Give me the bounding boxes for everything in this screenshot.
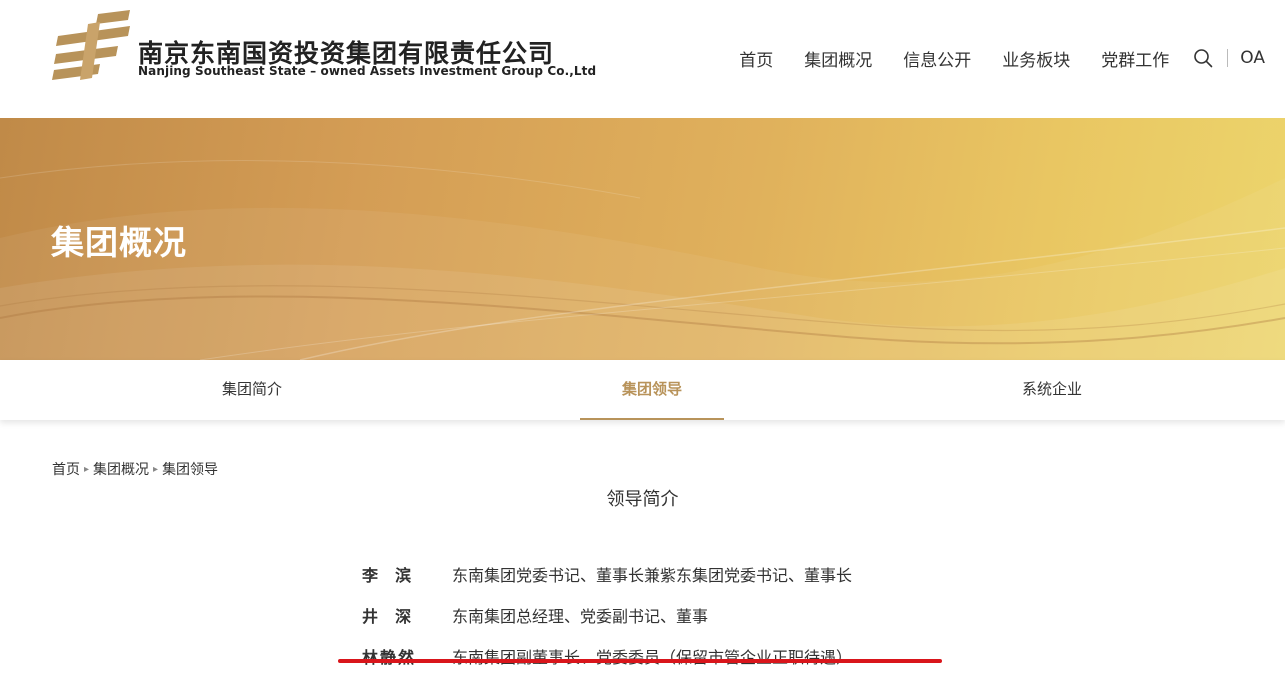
nav-item-info-disclosure[interactable]: 信息公开 (903, 46, 971, 71)
leader-title: 东南集团副董事长、党委委员（保留市管企业正职待遇） (452, 647, 853, 667)
tab-group-leaders[interactable]: 集团领导 (580, 360, 724, 420)
logo-icon[interactable] (52, 8, 132, 80)
nav-item-group-overview[interactable]: 集团概况 (804, 46, 872, 71)
leader-row: 李 滨 东南集团党委书记、董事长兼紫东集团党委书记、董事长 (362, 553, 852, 594)
leader-name: 井 深 (362, 606, 414, 626)
breadcrumb-group-overview[interactable]: 集团概况 (93, 459, 149, 479)
tab-system-enterprises[interactable]: 系统企业 (972, 360, 1132, 420)
leader-title: 东南集团总经理、党委副书记、董事 (452, 606, 709, 626)
nav-item-oa[interactable]: OA (1240, 48, 1265, 68)
brand-name-en: Nanjing Southeast State – owned Assets I… (138, 64, 597, 78)
main-nav: 首页 集团概况 信息公开 业务板块 党群工作 OA (739, 44, 1285, 72)
banner-wave-decoration (0, 160, 1285, 360)
search-icon[interactable] (1193, 48, 1213, 68)
chevron-right-icon: ▸ (153, 463, 159, 475)
breadcrumb-group-leaders[interactable]: 集团领导 (162, 459, 218, 479)
leader-name: 李 滨 (362, 565, 414, 585)
tab-group-intro[interactable]: 集团简介 (172, 360, 332, 420)
breadcrumb-home[interactable]: 首页 (52, 459, 80, 479)
breadcrumb: 首页 ▸ 集团概况 ▸ 集团领导 (52, 459, 218, 479)
leader-title: 东南集团党委书记、董事长兼紫东集团党委书记、董事长 (452, 565, 853, 585)
site-header: 南京东南国资投资集团有限责任公司 Nanjing Southeast State… (0, 0, 1285, 118)
nav-item-party-work[interactable]: 党群工作 (1101, 46, 1169, 71)
nav-divider (1227, 49, 1229, 67)
red-underline-annotation (338, 659, 942, 663)
leader-list: 李 滨 东南集团党委书记、董事长兼紫东集团党委书记、董事长 井 深 东南集团总经… (362, 553, 852, 674)
leader-row: 井 深 东南集团总经理、党委副书记、董事 (362, 594, 852, 635)
banner-title: 集团概况 (51, 223, 187, 262)
sub-nav: 集团简介 集团领导 系统企业 (0, 360, 1285, 420)
leader-row: 林静然 东南集团副董事长、党委委员（保留市管企业正职待遇） (362, 635, 852, 674)
chevron-right-icon: ▸ (84, 463, 90, 475)
page-banner: 集团概况 (0, 118, 1285, 360)
leader-name: 林静然 (362, 647, 417, 667)
nav-item-home[interactable]: 首页 (739, 46, 773, 71)
nav-item-business[interactable]: 业务板块 (1002, 46, 1070, 71)
section-title: 领导简介 (606, 489, 679, 510)
